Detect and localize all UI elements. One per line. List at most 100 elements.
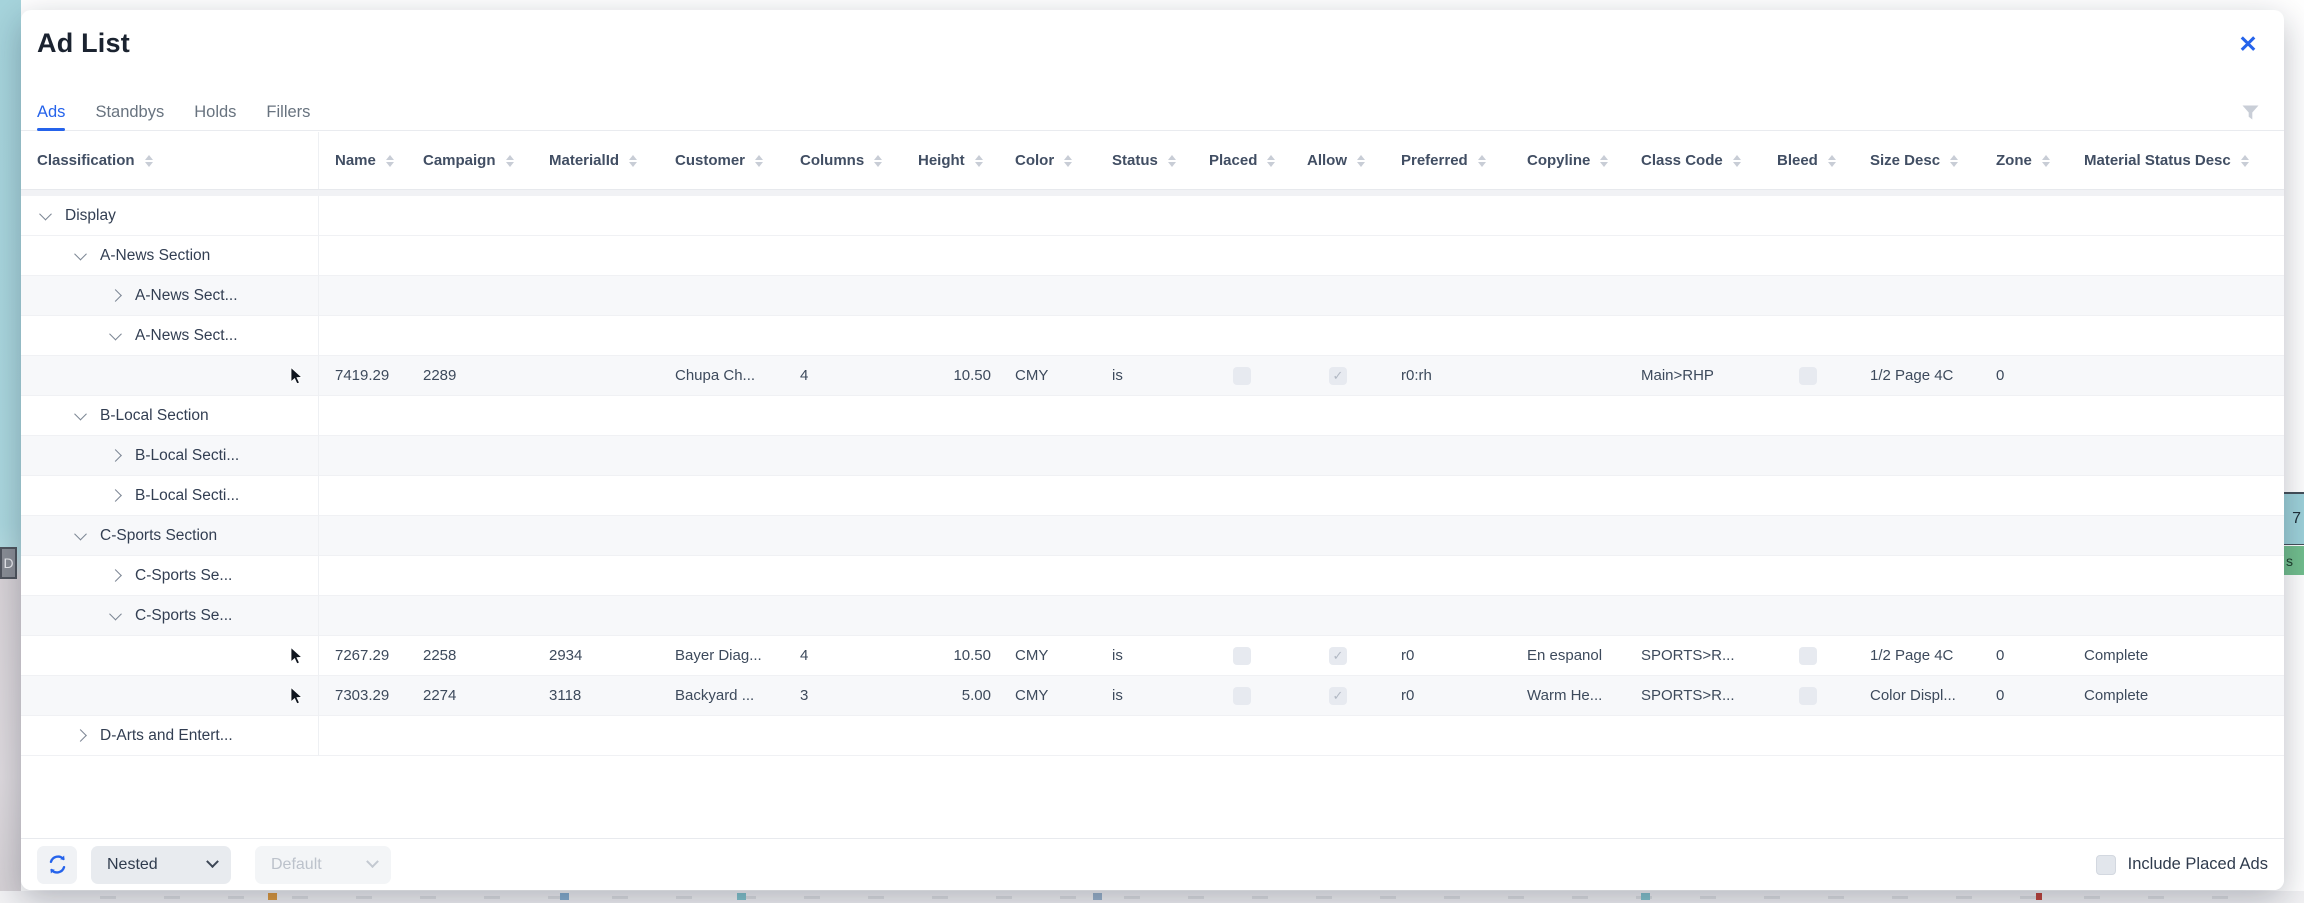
sort-icon[interactable] xyxy=(975,155,983,167)
chevron-down-icon[interactable] xyxy=(39,208,52,221)
sort-icon[interactable] xyxy=(1600,155,1608,167)
refresh-button[interactable] xyxy=(37,846,77,884)
name-cell: 7419.29 xyxy=(319,356,407,396)
column-header-materialid[interactable]: MaterialId xyxy=(533,132,659,189)
header-divider-strip xyxy=(21,189,2284,196)
height-cell: 10.50 xyxy=(902,636,999,676)
zone-cell: 0 xyxy=(1980,676,2068,716)
classification-cell xyxy=(21,636,319,676)
dialog-title: Ad List xyxy=(37,28,130,59)
column-header-campaign[interactable]: Campaign xyxy=(407,132,533,189)
chevron-down-icon[interactable] xyxy=(74,248,87,261)
copyline-cell: En espanol xyxy=(1511,636,1625,676)
close-icon[interactable]: ✕ xyxy=(2234,30,2262,58)
column-header-color[interactable]: Color xyxy=(999,132,1096,189)
campaign-cell: 2258 xyxy=(407,636,533,676)
chevron-right-icon[interactable] xyxy=(109,449,122,462)
column-header-preferred[interactable]: Preferred xyxy=(1385,132,1511,189)
sort-icon[interactable] xyxy=(1478,155,1486,167)
tab-standbys[interactable]: Standbys xyxy=(95,94,164,131)
sort-icon[interactable] xyxy=(506,155,514,167)
include-placed-ads-control[interactable]: Include Placed Ads xyxy=(2096,855,2268,875)
column-header-height[interactable]: Height xyxy=(902,132,999,189)
chevron-right-icon[interactable] xyxy=(109,289,122,302)
column-header-placed[interactable]: Placed xyxy=(1193,132,1291,189)
column-header-sizedesc[interactable]: Size Desc xyxy=(1854,132,1980,189)
empty-cells xyxy=(319,596,2284,636)
chevron-down-icon[interactable] xyxy=(74,408,87,421)
sort-icon[interactable] xyxy=(145,155,153,167)
column-label: Color xyxy=(1015,152,1054,169)
column-header-bleed[interactable]: Bleed xyxy=(1761,132,1854,189)
classification-cell xyxy=(21,676,319,716)
column-header-msd[interactable]: Material Status Desc xyxy=(2068,132,2284,189)
tree-group-row[interactable]: C-Sports Se... xyxy=(21,556,2284,596)
column-label: Campaign xyxy=(423,152,496,169)
sort-icon[interactable] xyxy=(2042,155,2050,167)
column-header-columns[interactable]: Columns xyxy=(784,132,902,189)
include-placed-ads-checkbox[interactable] xyxy=(2096,855,2116,875)
column-label: Columns xyxy=(800,152,864,169)
chevron-down-icon[interactable] xyxy=(74,528,87,541)
group-label: C-Sports Se... xyxy=(135,607,232,625)
view-mode-select[interactable]: Nested xyxy=(91,846,231,884)
column-header-customer[interactable]: Customer xyxy=(659,132,784,189)
placed-cell xyxy=(1193,356,1291,396)
placed-checkbox xyxy=(1233,367,1251,385)
sort-icon[interactable] xyxy=(386,155,394,167)
tab-holds[interactable]: Holds xyxy=(194,94,236,131)
sizedesc-cell: 1/2 Page 4C xyxy=(1854,356,1980,396)
default-select: Default xyxy=(255,846,391,884)
column-header-classification[interactable]: Classification xyxy=(21,132,319,189)
filter-icon[interactable] xyxy=(2242,105,2259,125)
group-label: A-News Sect... xyxy=(135,287,238,305)
campaign-cell: 2274 xyxy=(407,676,533,716)
tab-fillers[interactable]: Fillers xyxy=(266,94,310,131)
sort-icon[interactable] xyxy=(1828,155,1836,167)
empty-cells xyxy=(319,276,2284,316)
column-header-copyline[interactable]: Copyline xyxy=(1511,132,1625,189)
tree-group-row[interactable]: Display xyxy=(21,196,2284,236)
tree-group-row[interactable]: A-News Section xyxy=(21,236,2284,276)
tree-group-row[interactable]: D-Arts and Entert... xyxy=(21,716,2284,756)
classification-cell: D-Arts and Entert... xyxy=(21,716,319,756)
column-header-status[interactable]: Status xyxy=(1096,132,1193,189)
column-header-classcode[interactable]: Class Code xyxy=(1625,132,1761,189)
tree-group-row[interactable]: C-Sports Section xyxy=(21,516,2284,556)
tree-group-row[interactable]: B-Local Section xyxy=(21,396,2284,436)
tab-ads[interactable]: Ads xyxy=(37,94,65,131)
sort-icon[interactable] xyxy=(874,155,882,167)
sort-icon[interactable] xyxy=(1357,155,1365,167)
sort-icon[interactable] xyxy=(755,155,763,167)
chevron-right-icon[interactable] xyxy=(109,569,122,582)
table-row[interactable]: 7267.2922582934Bayer Diag...410.50CMYis✓… xyxy=(21,636,2284,676)
placed-cell xyxy=(1193,676,1291,716)
sort-icon[interactable] xyxy=(1267,155,1275,167)
tree-group-row[interactable]: C-Sports Se... xyxy=(21,596,2284,636)
sort-icon[interactable] xyxy=(1733,155,1741,167)
sort-icon[interactable] xyxy=(1950,155,1958,167)
column-header-allow[interactable]: Allow xyxy=(1291,132,1385,189)
tab-bar: Ads Standbys Holds Fillers xyxy=(21,94,2284,131)
sort-icon[interactable] xyxy=(1168,155,1176,167)
sort-icon[interactable] xyxy=(2241,155,2249,167)
sort-icon[interactable] xyxy=(629,155,637,167)
tree-group-row[interactable]: B-Local Secti... xyxy=(21,436,2284,476)
chevron-right-icon[interactable] xyxy=(74,729,87,742)
group-label: C-Sports Se... xyxy=(135,567,232,585)
table-row[interactable]: 7419.292289Chupa Ch...410.50CMYis✓r0:rhM… xyxy=(21,356,2284,396)
chevron-down-icon[interactable] xyxy=(109,608,122,621)
sort-icon[interactable] xyxy=(1064,155,1072,167)
column-header-zone[interactable]: Zone xyxy=(1980,132,2068,189)
tree-group-row[interactable]: A-News Sect... xyxy=(21,316,2284,356)
column-header-name[interactable]: Name xyxy=(319,132,407,189)
allow-cell: ✓ xyxy=(1291,356,1385,396)
column-label: Customer xyxy=(675,152,745,169)
table-row[interactable]: 7303.2922743118Backyard ...35.00CMYis✓r0… xyxy=(21,676,2284,716)
height-cell: 5.00 xyxy=(902,676,999,716)
tree-group-row[interactable]: A-News Sect... xyxy=(21,276,2284,316)
classcode-cell: SPORTS>R... xyxy=(1625,676,1761,716)
chevron-right-icon[interactable] xyxy=(109,489,122,502)
tree-group-row[interactable]: B-Local Secti... xyxy=(21,476,2284,516)
chevron-down-icon[interactable] xyxy=(109,328,122,341)
